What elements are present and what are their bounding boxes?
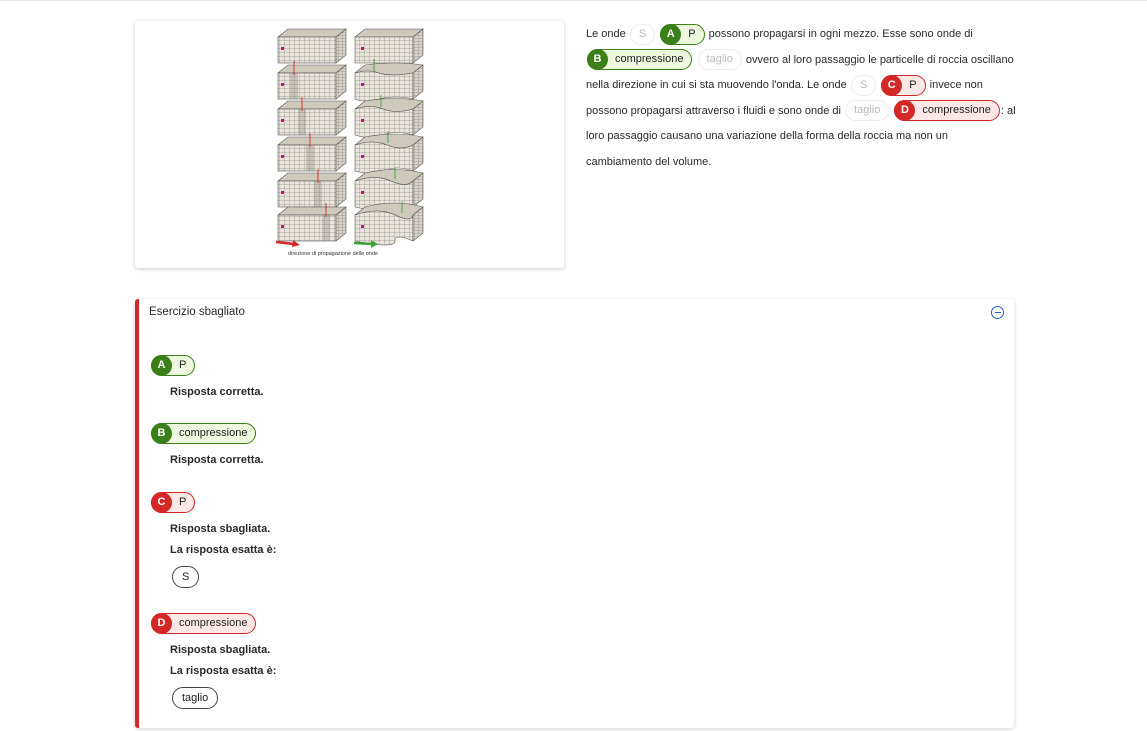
expected-chip-s: S — [172, 566, 200, 588]
feedback-chip-b: Bcompressione — [151, 423, 257, 444]
badge-c: C — [881, 74, 903, 96]
particle-marker — [281, 155, 284, 158]
badge-b: B — [587, 49, 608, 71]
option-chip-taglio[interactable]: taglio — [845, 100, 890, 122]
compression-zone — [322, 215, 330, 241]
answer-d-value: compressione — [922, 104, 991, 117]
particle-marker — [281, 191, 284, 194]
answer-a-value: P — [688, 27, 696, 40]
text-segment: Le onde — [586, 28, 626, 40]
wave-diagram: direzione di propagazione delle onde — [275, 28, 424, 257]
p-block-top — [277, 136, 347, 146]
p-block-front — [277, 180, 337, 208]
badge-b: B — [151, 423, 172, 444]
compression-zone — [306, 145, 314, 171]
p-block-front — [277, 72, 337, 100]
badge-d: D — [151, 613, 172, 634]
compression-zone — [314, 181, 322, 207]
option-chip-taglio[interactable]: taglio — [697, 49, 742, 71]
answer-chip-d[interactable]: Dcompressione — [894, 100, 1000, 122]
feedback-c-expected: S — [171, 566, 200, 588]
answer-chip-a[interactable]: AP — [660, 23, 705, 45]
p-block-front — [277, 108, 337, 136]
particle-marker — [361, 191, 364, 194]
text-segment: possono propagarsi in ogni mezzo. Esse s… — [708, 28, 973, 40]
particle-marker — [361, 47, 364, 50]
p-direction-arrow — [275, 240, 295, 246]
p-block-top — [277, 206, 347, 216]
compression-zone — [298, 109, 306, 135]
minus-circle-icon[interactable] — [991, 306, 1004, 319]
p-block-top — [277, 28, 347, 38]
answer-chip-c[interactable]: CP — [881, 74, 926, 96]
feedback-chip-a: AP — [151, 355, 196, 376]
particle-marker — [361, 119, 364, 122]
feedback-chip-d: Dcompressione — [151, 613, 257, 634]
feedback-b-value: compressione — [179, 427, 248, 439]
feedback-b-message: Risposta corretta. — [170, 454, 264, 466]
feedback-d-message: Risposta sbagliata. — [170, 644, 271, 656]
top-divider — [0, 0, 1147, 1]
feedback-a-value: P — [179, 359, 187, 371]
particle-marker — [281, 47, 284, 50]
feedback-c-message: Risposta sbagliata. — [170, 523, 271, 535]
option-chip-s[interactable]: S — [850, 74, 877, 96]
particle-marker — [361, 83, 364, 86]
particle-marker — [361, 155, 364, 158]
feedback-d-expected: taglio — [171, 687, 219, 709]
feedback-c-expected-label: La risposta esatta è: — [170, 544, 277, 556]
p-block-top — [277, 172, 347, 182]
feedback-panel: Esercizio sbagliato AP Risposta corretta… — [135, 299, 1014, 728]
badge-a: A — [660, 23, 682, 45]
feedback-d-value: compressione — [179, 617, 248, 629]
badge-d: D — [894, 100, 916, 122]
exercise-text: Le onde S AP possono propagarsi in ogni … — [586, 22, 1016, 176]
compression-zone — [290, 73, 298, 99]
figure-caption: direzione di propagazione delle onde — [288, 251, 378, 257]
feedback-chip-c: CP — [151, 492, 196, 513]
p-block-top — [277, 100, 347, 110]
particle-marker — [361, 225, 364, 228]
s-direction-arrow — [353, 241, 373, 246]
option-chip-s[interactable]: S — [629, 23, 656, 45]
answer-c-value: P — [909, 78, 917, 91]
feedback-d-expected-label: La risposta esatta è: — [170, 665, 277, 677]
answer-chip-b[interactable]: Bcompressione — [587, 49, 693, 71]
particle-marker — [281, 119, 284, 122]
p-block-top — [277, 64, 347, 74]
badge-a: A — [151, 355, 172, 376]
panel-title: Esercizio sbagliato — [149, 306, 245, 318]
seismic-waves-figure: direzione di propagazione delle onde — [135, 21, 564, 268]
badge-c: C — [151, 492, 172, 513]
expected-chip-taglio: taglio — [172, 687, 219, 709]
s-block-top — [354, 28, 424, 38]
particle-marker — [281, 225, 284, 228]
particle-marker — [281, 83, 284, 86]
feedback-a-message: Risposta corretta. — [170, 386, 264, 398]
answer-b-value: compressione — [615, 53, 684, 66]
p-block-front — [277, 36, 337, 64]
feedback-c-value: P — [179, 496, 187, 508]
